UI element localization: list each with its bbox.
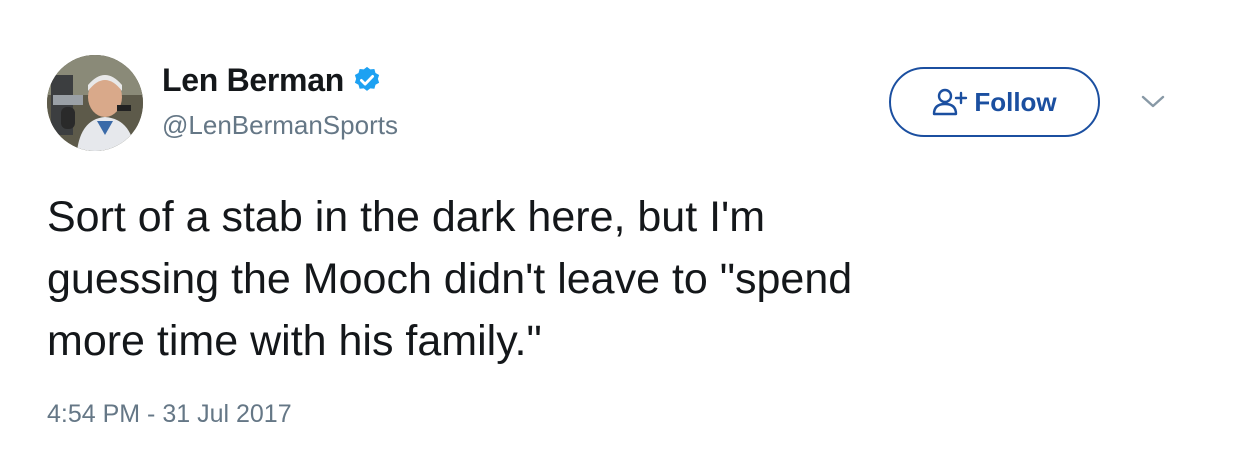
profile-photo [47,55,143,151]
tweet-timestamp[interactable]: 4:54 PM - 31 Jul 2017 [47,398,292,430]
author-name-row[interactable]: Len Berman [162,60,382,100]
add-user-icon [932,87,968,117]
follow-button[interactable]: Follow [889,67,1100,137]
tweet-text: Sort of a stab in the dark here, but I'm… [47,193,853,365]
author-display-name[interactable]: Len Berman [162,60,344,100]
avatar[interactable] [47,55,143,151]
follow-button-label: Follow [974,86,1057,117]
tweet-card: Len Berman @LenBermanSports Follow Sort … [0,0,1238,454]
chevron-down-icon[interactable] [1140,92,1166,112]
verified-badge-icon [352,65,382,95]
author-handle[interactable]: @LenBermanSports [162,108,398,142]
